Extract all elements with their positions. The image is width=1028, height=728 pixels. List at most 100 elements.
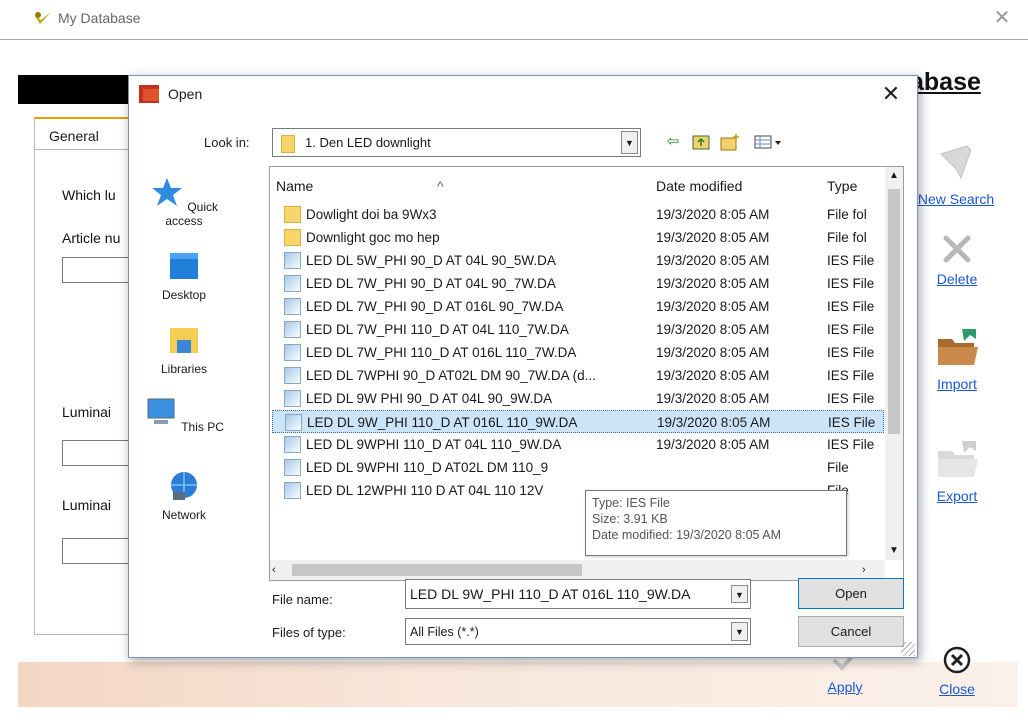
h-scroll-thumb[interactable] xyxy=(292,564,582,576)
files-of-type-dropdown[interactable]: All Files (*.*) ▼ xyxy=(405,618,751,645)
new-search-button[interactable]: New Search xyxy=(906,140,1006,207)
dialog-title: Open xyxy=(168,86,203,102)
export-folder-icon xyxy=(938,441,978,477)
libraries-icon xyxy=(170,328,198,353)
import-button[interactable]: Import xyxy=(922,325,992,392)
file-row[interactable]: LED DL 7W_PHI 110_D AT 04L 110_7W.DA 19/3… xyxy=(272,318,884,341)
file-row[interactable]: LED DL 7W_PHI 90_D AT 016L 90_7W.DA 19/3/… xyxy=(272,295,884,318)
file-date-cell: 19/3/2020 8:05 AM xyxy=(656,322,770,337)
tab-general[interactable]: General xyxy=(34,117,130,150)
file-icon xyxy=(284,275,301,292)
file-list-header: Name ^ Date modified Type xyxy=(270,167,885,202)
scroll-right-icon[interactable]: › xyxy=(862,560,878,580)
file-date-cell: 19/3/2020 8:05 AM xyxy=(656,345,770,360)
chevron-down-icon[interactable]: ▼ xyxy=(621,131,638,154)
place-libraries[interactable]: Libraries xyxy=(144,324,224,376)
file-name-cell: LED DL 9W PHI 90_D AT 04L 90_9W.DA xyxy=(306,391,553,406)
app-close-button[interactable]: ✕ xyxy=(990,6,1014,30)
chevron-down-icon[interactable]: ▼ xyxy=(731,585,748,603)
app-titlebar: My Database ✕ xyxy=(0,0,1028,40)
file-icon xyxy=(284,298,301,315)
chevron-down-icon[interactable]: ▼ xyxy=(731,622,748,641)
file-row[interactable]: LED DL 9W_PHI 110_D AT 016L 110_9W.DA 19/… xyxy=(272,410,884,433)
folder-icon xyxy=(284,229,301,246)
file-row[interactable]: LED DL 9WPHI 110_D AT 04L 110_9W.DA 19/3/… xyxy=(272,433,884,456)
dialog-close-button[interactable]: ✕ xyxy=(871,78,911,110)
delete-icon xyxy=(943,235,971,263)
place-network[interactable]: Network xyxy=(144,470,224,522)
scroll-down-icon[interactable]: ▼ xyxy=(885,542,903,560)
export-label: Export xyxy=(936,488,978,504)
star-icon xyxy=(151,178,182,206)
scroll-thumb[interactable] xyxy=(888,189,900,434)
file-type-cell: IES File xyxy=(827,253,875,268)
file-icon xyxy=(284,482,301,499)
file-date-cell: 19/3/2020 8:05 AM xyxy=(656,207,770,222)
database-title: abase xyxy=(910,68,981,96)
file-row[interactable]: LED DL 9WPHI 110_D AT02L DM 110_9 File xyxy=(272,456,884,479)
file-icon xyxy=(284,367,301,384)
file-name-cell: LED DL 5W_PHI 90_D AT 04L 90_5W.DA xyxy=(306,253,556,268)
look-in-dropdown[interactable]: 1. Den LED downlight ▼ xyxy=(272,128,641,157)
file-name-cell: LED DL 7W_PHI 90_D AT 04L 90_7W.DA xyxy=(306,276,556,291)
files-of-type-label: Files of type: xyxy=(272,625,346,640)
tooltip-size: Size: 3.91 KB xyxy=(592,512,668,526)
file-name-cell: Dowlight doi ba 9Wx3 xyxy=(306,207,437,222)
file-row[interactable]: LED DL 7W_PHI 90_D AT 04L 90_7W.DA 19/3/2… xyxy=(272,272,884,295)
file-date-cell: 19/3/2020 8:05 AM xyxy=(656,299,770,314)
place-label: Desktop xyxy=(161,288,207,302)
folder-icon xyxy=(284,206,301,223)
file-type-cell: IES File xyxy=(827,437,875,452)
column-header-name[interactable]: Name xyxy=(276,178,313,194)
up-folder-icon[interactable] xyxy=(691,133,711,151)
scroll-left-icon[interactable]: ‹ xyxy=(272,560,288,580)
resize-grip[interactable] xyxy=(901,642,915,656)
file-name-cell: LED DL 7W_PHI 110_D AT 016L 110_7W.DA xyxy=(306,345,577,360)
back-arrow-icon[interactable]: ⇦ xyxy=(663,133,683,151)
cancel-button[interactable]: Cancel xyxy=(798,616,904,647)
file-icon xyxy=(284,252,301,269)
vertical-scrollbar[interactable]: ▲ ▼ xyxy=(885,167,903,560)
close-button[interactable]: Close xyxy=(927,646,987,697)
file-name-input[interactable]: LED DL 9W_PHI 110_D AT 016L 110_9W.DA ▼ xyxy=(405,579,751,609)
file-icon xyxy=(284,321,301,338)
new-folder-icon[interactable] xyxy=(719,133,739,151)
open-button[interactable]: Open xyxy=(798,578,904,609)
file-row[interactable]: LED DL 7WPHI 90_D AT02L DM 90_7W.DA (d..… xyxy=(272,364,884,387)
place-desktop[interactable]: Desktop xyxy=(144,250,224,302)
file-type-cell: IES File xyxy=(827,368,875,383)
file-date-cell: 19/3/2020 8:05 AM xyxy=(656,253,770,268)
tab-general-label: General xyxy=(49,128,99,144)
new-search-label: New Search xyxy=(917,191,995,207)
file-icon xyxy=(284,459,301,476)
file-row[interactable]: Downlight goc mo hep 19/3/2020 8:05 AM Fil… xyxy=(272,226,884,249)
file-icon xyxy=(284,390,301,407)
file-name-label: File name: xyxy=(272,592,333,607)
delete-button[interactable]: Delete xyxy=(922,234,992,287)
file-type-cell: File fol xyxy=(827,230,867,245)
view-menu-icon[interactable] xyxy=(753,133,787,151)
file-name-cell: LED DL 7W_PHI 90_D AT 016L 90_7W.DA xyxy=(306,299,564,314)
file-row[interactable]: LED DL 7W_PHI 110_D AT 016L 110_7W.DA 19/… xyxy=(272,341,884,364)
dialog-app-icon xyxy=(139,85,159,103)
file-name-cell: LED DL 12WPHI 110 D AT 04L 110 12V xyxy=(306,483,544,498)
horizontal-scrollbar[interactable]: ‹ › xyxy=(270,560,885,580)
file-row[interactable]: LED DL 5W_PHI 90_D AT 04L 90_5W.DA 19/3/2… xyxy=(272,249,884,272)
file-row[interactable]: Dowlight doi ba 9Wx3 19/3/2020 8:05 AM Fil… xyxy=(272,203,884,226)
file-row[interactable]: LED DL 9W PHI 90_D AT 04L 90_9W.DA 19/3/2… xyxy=(272,387,884,410)
file-name-cell: LED DL 7WPHI 90_D AT02L DM 90_7W.DA (d..… xyxy=(306,368,596,383)
open-dialog: Open ✕ Look in: 1. Den LED downlight ▼ ⇦… xyxy=(128,75,918,658)
file-date-cell: 19/3/2020 8:05 AM xyxy=(656,276,770,291)
place-quick-access[interactable]: Quick access xyxy=(144,176,224,228)
files-of-type-value: All Files (*.*) xyxy=(410,625,479,639)
column-header-type[interactable]: Type xyxy=(827,178,857,194)
scroll-up-icon[interactable]: ▲ xyxy=(885,167,903,185)
import-folder-icon xyxy=(938,329,978,365)
export-button[interactable]: Export xyxy=(922,437,992,504)
network-icon xyxy=(171,472,197,500)
file-date-cell: 19/3/2020 8:05 AM xyxy=(657,415,771,430)
file-name-cell: LED DL 9W_PHI 110_D AT 016L 110_9W.DA xyxy=(307,415,578,430)
file-type-cell: IES File xyxy=(827,299,875,314)
column-header-date[interactable]: Date modified xyxy=(656,178,742,194)
place-this-pc[interactable]: This PC xyxy=(144,396,224,434)
